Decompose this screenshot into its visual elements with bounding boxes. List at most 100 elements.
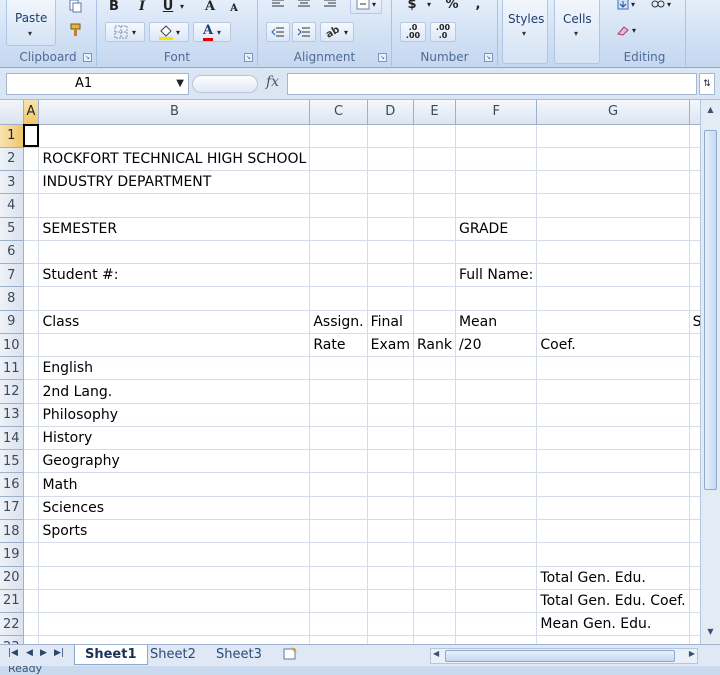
cell-d17[interactable] — [367, 496, 414, 521]
next-sheet-icon[interactable]: ▶ — [40, 648, 47, 658]
fill-color-button[interactable]: ▾ — [149, 22, 189, 42]
cell-a18[interactable] — [23, 519, 40, 544]
increase-decimal-button[interactable]: .0 .00 — [400, 22, 426, 42]
tab-sheet1[interactable]: Sheet1 — [74, 645, 148, 665]
cell-c11[interactable] — [309, 356, 368, 381]
cell-e3[interactable] — [413, 170, 456, 195]
row-header[interactable]: 21 — [0, 589, 24, 614]
cell-h9[interactable]: Semester — [689, 310, 700, 334]
cell-h1[interactable] — [689, 124, 700, 148]
cell-h10[interactable] — [689, 333, 700, 358]
cell-f21[interactable] — [455, 589, 538, 614]
font-launcher-icon[interactable]: ↘ — [244, 53, 253, 62]
cell-a5[interactable] — [23, 217, 40, 241]
cell-c20[interactable] — [309, 566, 368, 590]
cell-c3[interactable] — [309, 170, 368, 195]
row-header[interactable]: 1 — [0, 124, 24, 148]
cell-d5[interactable] — [367, 217, 414, 241]
cell-c13[interactable] — [309, 403, 368, 427]
insert-sheet-icon[interactable] — [272, 645, 308, 665]
row-header[interactable]: 19 — [0, 542, 24, 567]
cell-b19[interactable] — [38, 542, 311, 567]
number-launcher-icon[interactable]: ↘ — [484, 53, 493, 62]
cell-d14[interactable] — [367, 426, 414, 451]
align-left-icon[interactable] — [268, 0, 288, 14]
currency-button[interactable]: $ — [402, 0, 422, 14]
cell-e18[interactable] — [413, 519, 456, 544]
row-header[interactable]: 10 — [0, 333, 24, 358]
cell-c2[interactable] — [309, 147, 368, 172]
cell-b14[interactable]: History — [38, 426, 311, 451]
underline-button[interactable]: U — [159, 0, 177, 16]
cell-a10[interactable] — [23, 333, 40, 358]
cell-f8[interactable] — [455, 286, 538, 311]
cell-d16[interactable] — [367, 472, 414, 497]
cell-d20[interactable] — [367, 566, 414, 590]
cell-b4[interactable] — [38, 193, 311, 218]
cell-f5[interactable]: GRADE — [455, 217, 538, 241]
cell-d4[interactable] — [367, 193, 414, 218]
cell-c15[interactable] — [309, 449, 368, 474]
horizontal-scrollbar[interactable]: ◀ ▶ — [430, 648, 698, 664]
orientation-icon[interactable]: ab ▾ — [320, 22, 354, 42]
cell-a3[interactable] — [23, 170, 40, 195]
row-header[interactable]: 11 — [0, 356, 24, 381]
cell-h20[interactable] — [689, 566, 700, 590]
cell-f22[interactable] — [455, 612, 538, 637]
cell-f6[interactable] — [455, 240, 538, 265]
cell-c22[interactable] — [309, 612, 368, 637]
comma-button[interactable]: , — [470, 0, 486, 14]
cell-h12[interactable] — [689, 379, 700, 404]
cell-h8[interactable] — [689, 286, 700, 311]
cell-d19[interactable] — [367, 542, 414, 567]
cell-f11[interactable] — [455, 356, 538, 381]
tab-sheet2[interactable]: Sheet2 — [140, 645, 206, 665]
cell-c12[interactable] — [309, 379, 368, 404]
cell-f12[interactable] — [455, 379, 538, 404]
last-sheet-icon[interactable]: ▶| — [54, 648, 64, 658]
chevron-down-icon[interactable]: ▾ — [424, 0, 434, 14]
cell-f15[interactable] — [455, 449, 538, 474]
row-header[interactable]: 6 — [0, 240, 24, 265]
cell-c6[interactable] — [309, 240, 368, 265]
cell-c4[interactable] — [309, 193, 368, 218]
cell-b12[interactable]: 2nd Lang. — [38, 379, 311, 404]
cell-d7[interactable] — [367, 263, 414, 288]
row-header[interactable]: 2 — [0, 147, 24, 172]
cell-e1[interactable] — [413, 124, 456, 148]
cell-a19[interactable] — [23, 542, 40, 567]
cell-f2[interactable] — [455, 147, 538, 172]
cell-b8[interactable] — [38, 286, 311, 311]
cell-e17[interactable] — [413, 496, 456, 521]
cell-f17[interactable] — [455, 496, 538, 521]
cell-h14[interactable] — [689, 426, 700, 451]
cell-d22[interactable] — [367, 612, 414, 637]
row-header[interactable]: 9 — [0, 310, 24, 334]
cell-d6[interactable] — [367, 240, 414, 265]
cell-e20[interactable] — [413, 566, 456, 590]
cell-a13[interactable] — [23, 403, 40, 427]
cell-g10[interactable]: Coef. — [536, 333, 690, 358]
cell-a7[interactable] — [23, 263, 40, 288]
row-header[interactable]: 17 — [0, 496, 24, 521]
cell-d15[interactable] — [367, 449, 414, 474]
cell-g7[interactable] — [536, 263, 690, 288]
cell-d9[interactable]: Final — [367, 310, 414, 334]
cell-e6[interactable] — [413, 240, 456, 265]
tab-sheet3[interactable]: Sheet3 — [206, 645, 272, 665]
cell-g22[interactable]: Mean Gen. Edu. — [536, 612, 690, 637]
cell-c9[interactable]: Assign. — [309, 310, 368, 334]
cell-e11[interactable] — [413, 356, 456, 381]
italic-button[interactable]: I — [133, 0, 151, 16]
row-header[interactable]: 14 — [0, 426, 24, 451]
cell-e10[interactable]: Rank — [413, 333, 456, 358]
cell-d12[interactable] — [367, 379, 414, 404]
insert-function-icon[interactable]: fx — [266, 74, 279, 90]
cell-c16[interactable] — [309, 472, 368, 497]
cell-d13[interactable] — [367, 403, 414, 427]
scroll-left-icon[interactable]: ◀ — [433, 649, 439, 658]
cell-c10[interactable]: Rate — [309, 333, 368, 358]
select-all-corner[interactable] — [0, 100, 24, 125]
clipboard-launcher-icon[interactable]: ↘ — [83, 53, 92, 62]
find-select-icon[interactable]: ▾ — [646, 0, 676, 14]
